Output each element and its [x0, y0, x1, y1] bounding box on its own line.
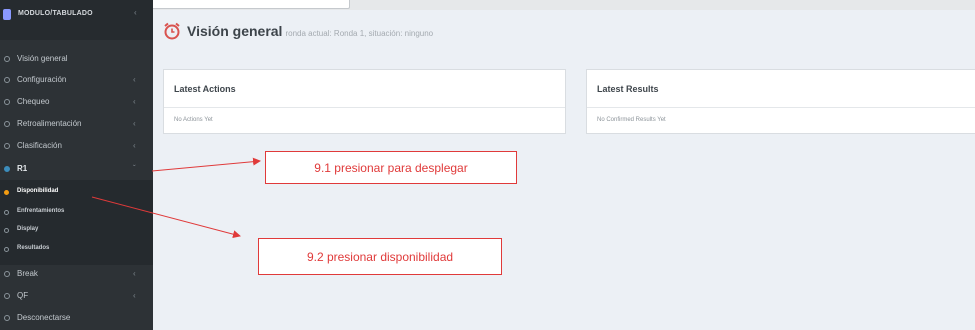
sidebar-brand[interactable]: MODULO/TABULADO ‹ [0, 0, 153, 40]
annotation-callout-step2: 9.2 presionar disponibilidad [258, 238, 502, 275]
sidebar-item-label: Retroalimentación [17, 119, 82, 128]
sidebar-item-clasificacion[interactable]: Clasificación ‹ [0, 136, 153, 158]
page-title-text: Visión general [187, 23, 283, 39]
latest-actions-panel: Latest Actions No Actions Yet [163, 69, 566, 134]
chevron-down-icon: ˇ [133, 164, 136, 173]
sidebar-subitem-enfrentamientos[interactable]: Enfrentamientos [0, 204, 153, 222]
circle-icon [4, 77, 10, 83]
circle-icon [4, 293, 10, 299]
sidebar-item-chequeo[interactable]: Chequeo ‹ [0, 92, 153, 114]
circle-icon [4, 143, 10, 149]
chevron-left-icon: ‹ [133, 269, 136, 278]
sidebar-item-label: Clasificación [17, 141, 62, 150]
circle-icon [4, 247, 9, 252]
arrow-step1 [151, 157, 261, 172]
brand-logo-icon [3, 9, 11, 20]
sidebar-item-label: Desconectarse [17, 313, 71, 322]
sidebar-item-desconectarse[interactable]: Desconectarse [0, 308, 153, 330]
chevron-left-icon: ‹ [133, 291, 136, 300]
circle-icon [4, 190, 9, 195]
latest-results-panel: Latest Results No Confirmed Results Yet [586, 69, 975, 134]
sidebar-subitem-display[interactable]: Display [0, 222, 153, 240]
sidebar-item-label: R1 [17, 164, 28, 173]
sidebar-item-label: Configuración [17, 75, 67, 84]
sidebar-item-vision-general[interactable]: Visión general [0, 49, 153, 71]
panel-header: Latest Actions [164, 70, 565, 108]
panel-title: Latest Actions [174, 84, 236, 94]
sidebar-item-label: Visión general [17, 54, 68, 63]
circle-icon [4, 121, 10, 127]
circle-icon [4, 56, 10, 62]
brand-text: MODULO/TABULADO [18, 10, 93, 17]
sidebar-subitem-disponibilidad[interactable]: Disponibilidad [0, 184, 153, 202]
chevron-left-icon: ‹ [133, 141, 136, 150]
sidebar-subitem-label: Display [17, 226, 39, 232]
panel-body-text: No Confirmed Results Yet [597, 117, 666, 123]
sidebar-item-retroalimentacion[interactable]: Retroalimentación ‹ [0, 114, 153, 136]
sidebar-subitem-label: Disponibilidad [17, 188, 59, 194]
panel-body-text: No Actions Yet [174, 117, 213, 123]
chevron-left-icon: ‹ [133, 119, 136, 128]
chevron-left-icon: ‹ [133, 75, 136, 84]
circle-icon [4, 99, 10, 105]
panel-header: Latest Results [587, 70, 975, 108]
annotation-callout-step1: 9.1 presionar para desplegar [265, 151, 517, 184]
sidebar-item-label: QF [17, 291, 29, 300]
sidebar-subitem-resultados[interactable]: Resultados [0, 241, 153, 259]
circle-icon [4, 210, 9, 215]
chevron-left-icon: ‹ [133, 97, 136, 106]
circle-icon [4, 228, 9, 233]
sidebar-item-label: Break [17, 269, 38, 278]
chevron-left-icon: ‹ [134, 8, 137, 17]
sidebar-submenu-r1: Disponibilidad Enfrentamientos Display R… [0, 180, 153, 265]
sidebar-subitem-label: Resultados [17, 245, 50, 251]
sidebar-item-qf[interactable]: QF ‹ [0, 286, 153, 308]
alarm-clock-icon [164, 22, 180, 40]
sidebar-item-configuracion[interactable]: Configuración ‹ [0, 70, 153, 92]
page-subtitle: ronda actual: Ronda 1, situación: ningun… [285, 29, 434, 38]
circle-icon [4, 271, 10, 277]
sidebar-item-break[interactable]: Break ‹ [0, 264, 153, 286]
sidebar-subitem-label: Enfrentamientos [17, 208, 65, 214]
sidebar-item-label: Chequeo [17, 97, 50, 106]
circle-icon [4, 166, 10, 172]
sidebar: MODULO/TABULADO ‹ Visión general Configu… [0, 0, 153, 330]
logout-icon [4, 315, 10, 321]
page-title: Visión general ronda actual: Ronda 1, sit… [187, 23, 433, 39]
sidebar-item-r1[interactable]: R1 ˇ [0, 159, 153, 181]
panel-title: Latest Results [597, 84, 659, 94]
